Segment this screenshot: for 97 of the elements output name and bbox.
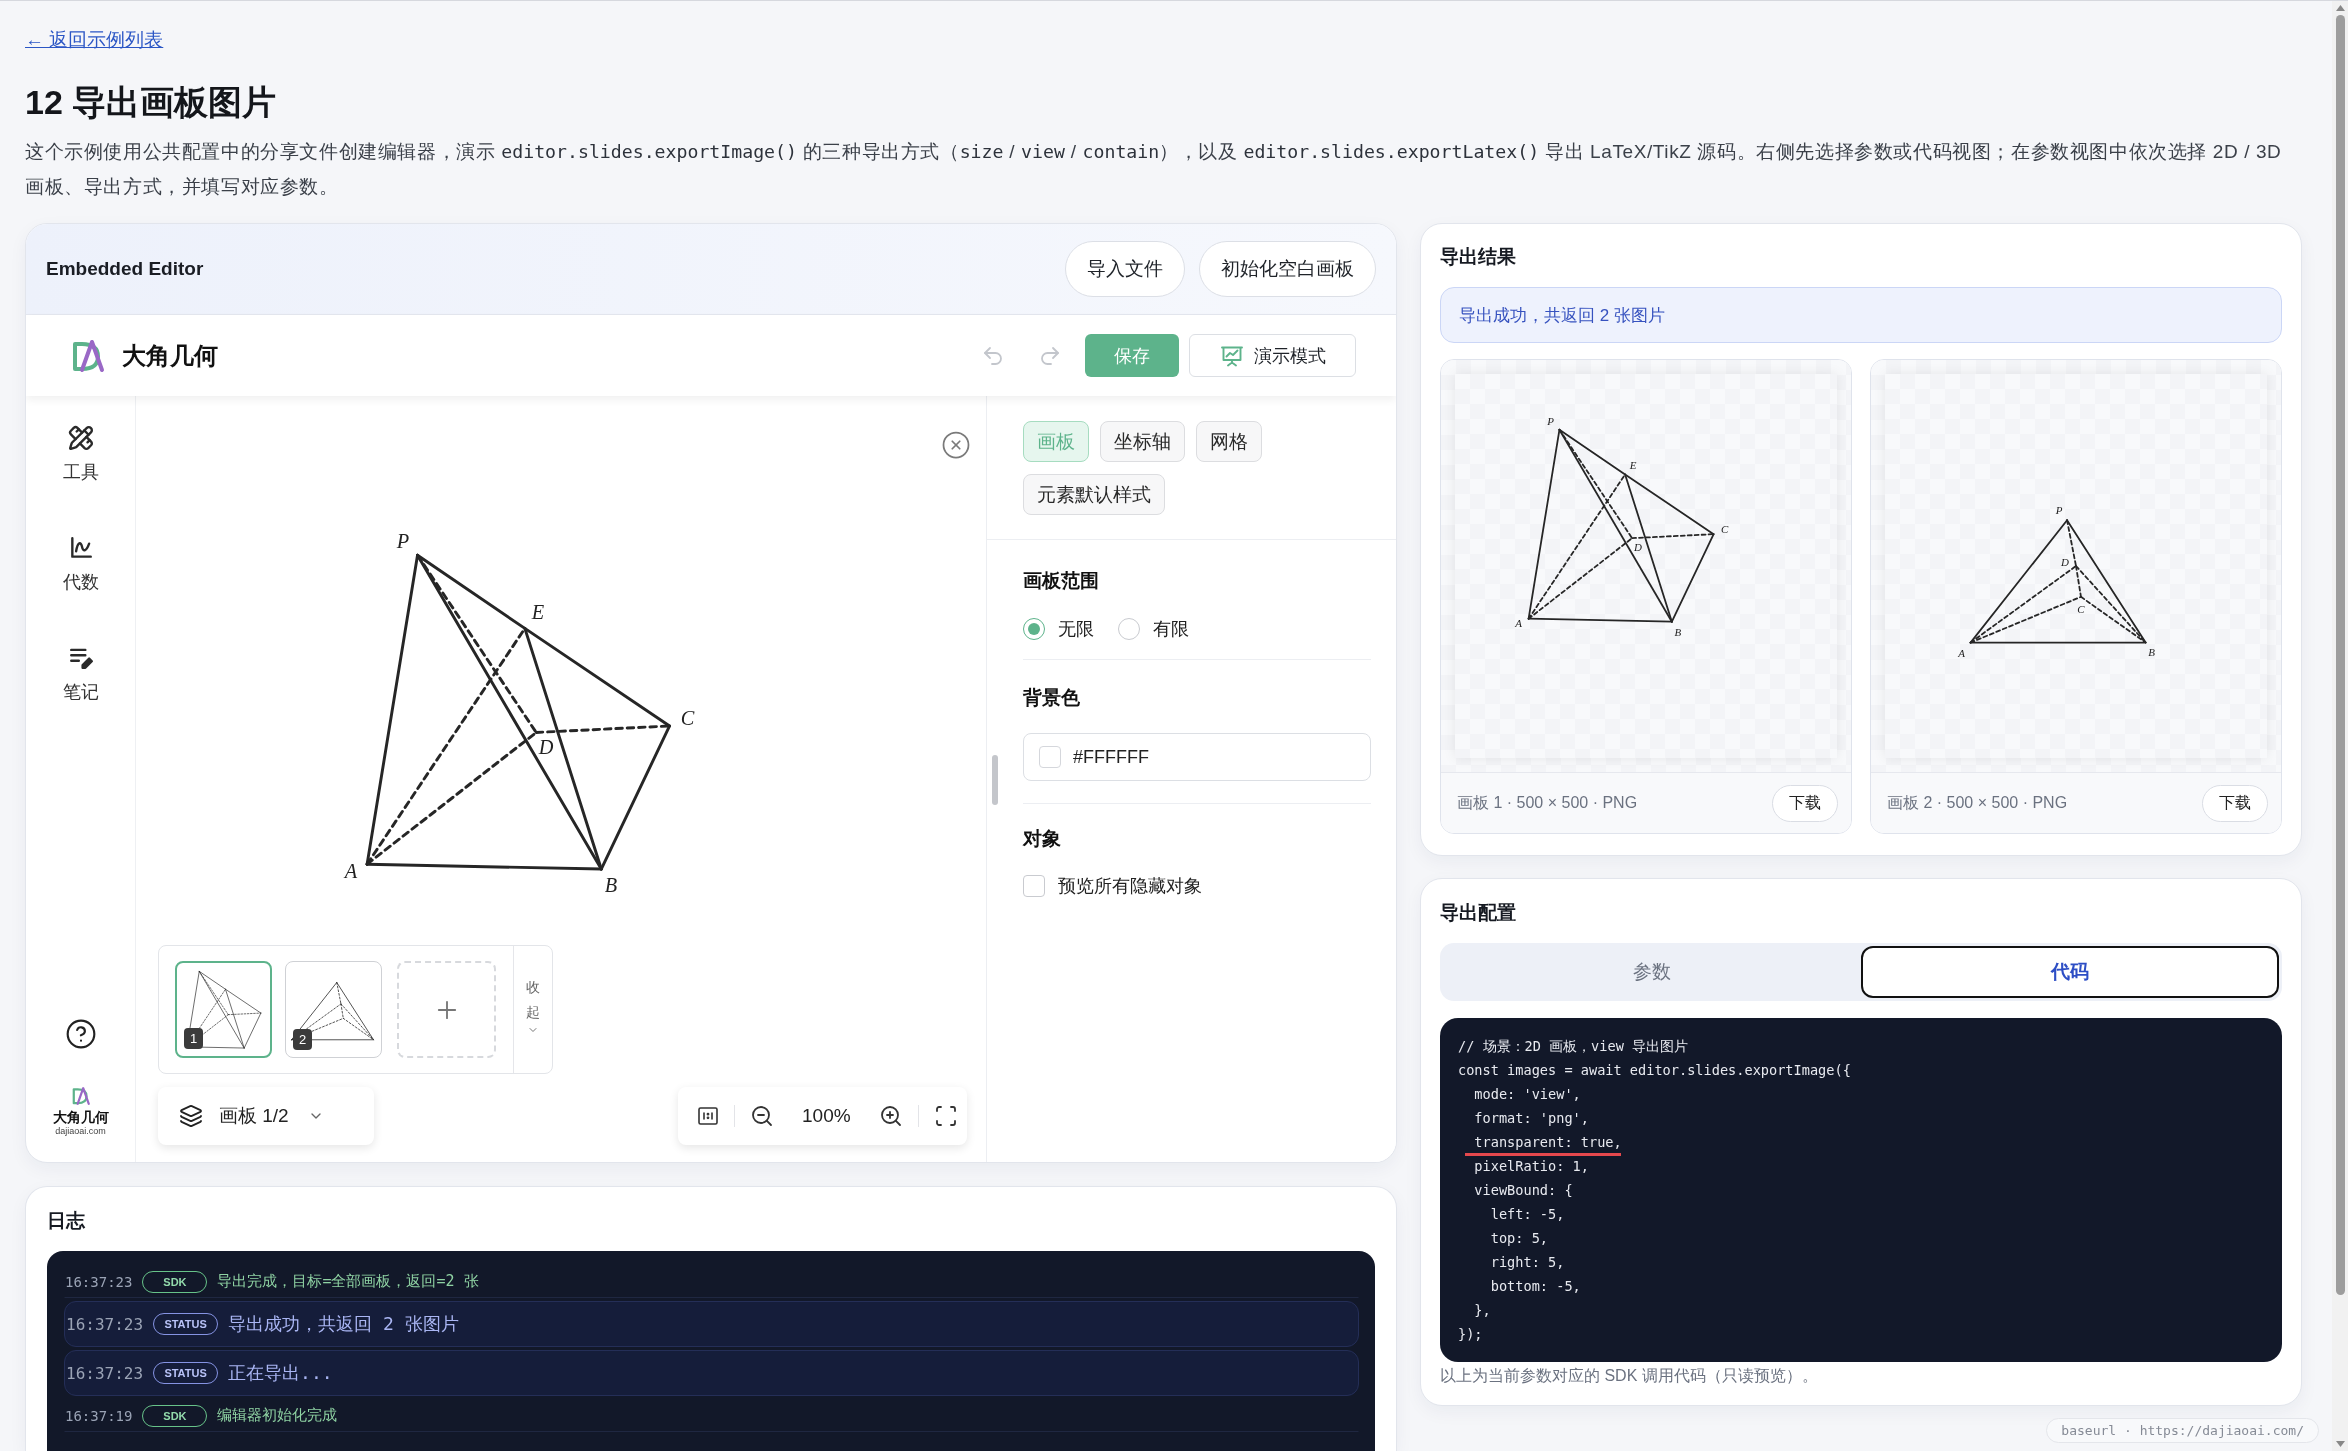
back-link[interactable]: ← 返回示例列表 — [25, 27, 164, 53]
settings-tab[interactable]: 坐标轴 — [1100, 421, 1185, 462]
log-message: 正在导出... — [228, 1361, 333, 1385]
actual-size-icon[interactable] — [697, 1105, 719, 1127]
checkbox-label: 预览所有隐藏对象 — [1058, 875, 1202, 898]
swatch-icon — [1039, 746, 1061, 768]
log-time: 16:37:23 — [65, 1273, 133, 1290]
section-heading: 画板范围 — [1023, 569, 1100, 593]
vertex-label: D — [538, 736, 554, 759]
vertex-label: A — [1958, 646, 1965, 659]
settings-tab[interactable]: 网格 — [1196, 421, 1262, 462]
section-heading: 对象 — [1023, 827, 1062, 851]
view-tab[interactable]: 参数 — [1443, 946, 1861, 998]
vertex-label: A — [344, 859, 358, 882]
vertex-label: B — [604, 874, 618, 897]
present-button[interactable]: 演示模式 — [1189, 334, 1356, 377]
radio-label: 有限 — [1153, 618, 1189, 641]
checkbox[interactable] — [1023, 875, 1045, 897]
scroll-up-icon[interactable] — [2335, 5, 2345, 11]
scrollbar-thumb[interactable] — [992, 755, 998, 805]
logo-icon — [70, 1086, 91, 1106]
radio-button[interactable] — [1023, 618, 1045, 640]
settings-tab[interactable]: 元素默认样式 — [1023, 474, 1165, 515]
code-line: viewBound: { — [1473, 1181, 1573, 1200]
vertex-label: E — [1629, 458, 1637, 471]
logo-icon — [70, 337, 106, 374]
log-message: 导出成功，共返回 2 张图片 — [228, 1312, 459, 1336]
image-meta: 画板 2 · 500 × 500 · PNG — [1887, 792, 2068, 813]
pencil-ruler-icon — [67, 425, 94, 451]
slide-thumbnail[interactable]: 2 — [285, 961, 382, 1058]
card-title: 导出结果 — [1440, 245, 1517, 269]
section-heading: 背景色 — [1023, 686, 1081, 710]
vertex-label: E — [531, 601, 545, 624]
sidebar-item[interactable]: 笔记 — [62, 645, 99, 703]
brand-domain: dajiaoai.com — [55, 1125, 106, 1137]
image-meta: 画板 1 · 500 × 500 · PNG — [1457, 792, 1638, 813]
success-alert: 导出成功，共返回 2 张图片 — [1440, 287, 2282, 343]
vertex-label: D — [2061, 556, 2069, 568]
slide-thumbnail[interactable]: 1 — [175, 961, 272, 1058]
brand-name: 大角几何 — [52, 1109, 109, 1125]
vertex-label: C — [680, 706, 695, 729]
vertex-label: D — [1634, 541, 1642, 554]
collapse-button[interactable]: 收起 — [513, 946, 552, 1073]
scroll-down-icon[interactable] — [2335, 1441, 2345, 1447]
card-title: 导出配置 — [1440, 901, 1517, 925]
download-button[interactable]: 下载 — [1772, 784, 1838, 822]
log-message: 导出完成，目标=全部画板，返回=2 张 — [217, 1272, 479, 1291]
vertex-label: P — [2055, 504, 2063, 517]
color-field[interactable]: #FFFFFF — [1023, 733, 1371, 781]
log-time: 16:37:23 — [66, 1363, 144, 1383]
vertex-label: C — [1720, 523, 1729, 536]
fullscreen-icon[interactable] — [933, 1104, 958, 1128]
code-line: pixelRatio: 1, — [1473, 1157, 1589, 1176]
vertex-label: B — [1674, 625, 1682, 638]
sidebar-item[interactable]: 工具 — [62, 425, 99, 483]
card-title: 日志 — [47, 1209, 86, 1233]
code-note: 以上为当前参数对应的 SDK 调用代码（只读预览）。 — [1440, 1366, 1819, 1386]
scrollbar-thumb[interactable] — [2335, 15, 2345, 1295]
log-message: 编辑器初始化完成 — [217, 1406, 338, 1425]
base-url: baseurl · https://dajiaoai.com/ — [2046, 1418, 2319, 1443]
zoom-level: 100% — [802, 1105, 851, 1127]
help-icon[interactable] — [64, 1018, 97, 1050]
sidebar-item[interactable]: 代数 — [62, 535, 99, 593]
code-line: top: 5, — [1489, 1229, 1549, 1248]
code-line: }, — [1473, 1301, 1491, 1320]
header-button[interactable]: 初始化空白画板 — [1199, 241, 1376, 297]
slide-number: 2 — [293, 1029, 312, 1050]
view-tab[interactable]: 代码 — [1861, 946, 2279, 998]
radio-label: 无限 — [1058, 618, 1094, 641]
code-line: bottom: -5, — [1489, 1277, 1581, 1296]
vertex-label: P — [1547, 414, 1554, 427]
vertex-label: C — [2077, 602, 2085, 615]
radio-button[interactable] — [1118, 618, 1140, 640]
app-name: 大角几何 — [122, 340, 218, 371]
page-title: 12 导出画板图片 — [25, 82, 278, 123]
layers-icon — [179, 1104, 203, 1128]
zoom-in-icon[interactable] — [878, 1104, 903, 1128]
download-button[interactable]: 下载 — [2202, 784, 2268, 822]
close-icon[interactable] — [941, 430, 971, 460]
code-line: format: 'png', — [1473, 1109, 1589, 1128]
code-line: // 场景：2D 画板，view 导出图片 — [1458, 1037, 1689, 1056]
code-line: left: -5, — [1489, 1205, 1565, 1224]
slide-number: 1 — [184, 1028, 203, 1049]
vertex-label: A — [1515, 616, 1522, 629]
editor-title: Embedded Editor — [46, 258, 204, 280]
log-time: 16:37:19 — [65, 1407, 133, 1424]
zoom-out-icon[interactable] — [750, 1104, 774, 1128]
vertex-label: B — [2148, 645, 2155, 658]
page-description: 这个示例使用公共配置中的分享文件创建编辑器，演示 editor.slides.exportImage() 的三种导出方式（size / view / contain），以及 editor.slides.exportLatex() 导出 LaTeX/TikZ 源码。右侧先选择参数或代码视图；在参数视图中依次选择 2D / 3D 画板、导出方式，并填写对应参数。 — [25, 140, 2283, 199]
code-line: right: 5, — [1489, 1253, 1565, 1272]
vertex-label: P — [396, 529, 410, 552]
slide-select[interactable]: 画板 1/2 — [158, 1087, 374, 1145]
code-line: mode: 'view', — [1473, 1085, 1581, 1104]
code-line: }); — [1458, 1325, 1483, 1344]
code-line: const images = await editor.slides.exportImage({ — [1458, 1061, 1851, 1080]
log-time: 16:37:23 — [66, 1314, 144, 1334]
header-button[interactable]: 导入文件 — [1065, 241, 1185, 297]
